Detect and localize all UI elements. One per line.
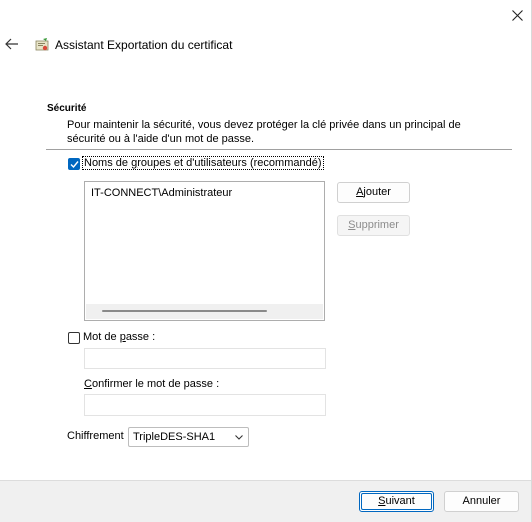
back-arrow-icon bbox=[5, 38, 18, 50]
confirm-password-label: Confirmer le mot de passe : bbox=[84, 378, 220, 390]
list-item[interactable]: IT-CONNECT\Administrateur bbox=[91, 187, 232, 199]
header-divider bbox=[46, 149, 512, 150]
encryption-select[interactable]: TripleDES-SHA1 bbox=[128, 427, 249, 447]
password-field[interactable] bbox=[84, 348, 326, 369]
password-checkbox-label[interactable]: Mot de passe : bbox=[83, 331, 155, 343]
certificate-wizard-icon bbox=[35, 38, 49, 51]
confirm-password-field[interactable] bbox=[84, 394, 326, 416]
checkmark-icon bbox=[70, 161, 79, 169]
close-icon bbox=[511, 9, 523, 21]
cancel-button[interactable]: Annuler bbox=[444, 491, 519, 512]
password-checkbox[interactable] bbox=[68, 332, 80, 344]
groups-checkbox-label[interactable]: Noms de groupes et d'utilisateurs (recom… bbox=[82, 156, 324, 170]
encryption-selected-value: TripleDES-SHA1 bbox=[133, 431, 216, 443]
scrollbar-thumb[interactable] bbox=[102, 310, 267, 312]
principals-list[interactable]: IT-CONNECT\Administrateur bbox=[84, 181, 325, 321]
encryption-label: Chiffrement bbox=[67, 430, 124, 442]
add-button[interactable]: Ajouter bbox=[337, 182, 410, 203]
wizard-title: Assistant Exportation du certificat bbox=[55, 38, 233, 52]
chevron-down-icon bbox=[235, 435, 243, 440]
next-button[interactable]: Suivant bbox=[359, 491, 434, 512]
back-button[interactable] bbox=[3, 35, 21, 53]
close-button[interactable] bbox=[506, 4, 528, 26]
wizard-window: Assistant Exportation du certificat Sécu… bbox=[0, 0, 532, 522]
remove-button[interactable]: Supprimer bbox=[337, 215, 410, 236]
next-button-focus-ring bbox=[361, 493, 432, 510]
section-title: Sécurité bbox=[47, 103, 87, 114]
section-description: Pour maintenir la sécurité, vous devez p… bbox=[67, 119, 461, 145]
horizontal-scrollbar[interactable] bbox=[86, 304, 323, 319]
groups-checkbox[interactable] bbox=[68, 158, 80, 170]
